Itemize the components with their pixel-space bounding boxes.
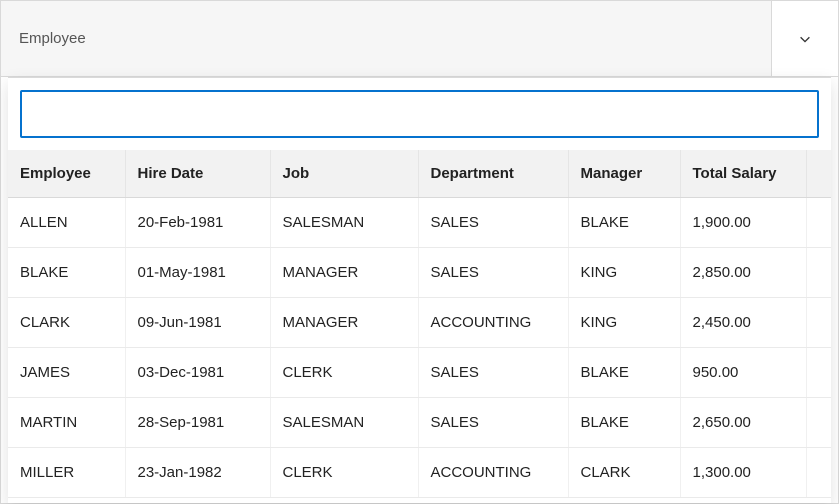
cell-hire-date: 28-Sep-1981 (125, 398, 270, 448)
cell-spacer (806, 248, 831, 298)
col-header-employee[interactable]: Employee (8, 150, 125, 198)
cell-employee: ALLEN (8, 198, 125, 248)
cell-job: CLERK (270, 448, 418, 498)
search-input[interactable] (20, 90, 819, 138)
cell-hire-date: 23-Jan-1982 (125, 448, 270, 498)
cell-manager: BLAKE (568, 198, 680, 248)
results-grid: Employee Hire Date Job Department Manage… (8, 150, 831, 503)
chevron-down-icon (798, 32, 812, 46)
table-row[interactable]: JAMES03-Dec-1981CLERKSALESBLAKE950.00 (8, 348, 831, 398)
cell-job: SALESMAN (270, 398, 418, 448)
cell-manager: KING (568, 248, 680, 298)
col-header-department[interactable]: Department (418, 150, 568, 198)
table-header-row: Employee Hire Date Job Department Manage… (8, 150, 831, 198)
cell-spacer (806, 448, 831, 498)
cell-hire-date: 03-Dec-1981 (125, 348, 270, 398)
cell-salary: 950.00 (680, 348, 806, 398)
cell-hire-date: 20-Feb-1981 (125, 198, 270, 248)
cell-hire-date: 01-May-1981 (125, 248, 270, 298)
cell-manager: BLAKE (568, 398, 680, 448)
cell-department: SALES (418, 348, 568, 398)
col-header-job[interactable]: Job (270, 150, 418, 198)
cell-job: MANAGER (270, 298, 418, 348)
cell-employee: MARTIN (8, 398, 125, 448)
table-row[interactable]: ALLEN20-Feb-1981SALESMANSALESBLAKE1,900.… (8, 198, 831, 248)
cell-employee: JAMES (8, 348, 125, 398)
cell-hire-date: 09-Jun-1981 (125, 298, 270, 348)
cell-employee: MILLER (8, 448, 125, 498)
search-wrap (8, 78, 831, 150)
cell-department: SALES (418, 248, 568, 298)
table-row[interactable]: CLARK09-Jun-1981MANAGERACCOUNTINGKING2,4… (8, 298, 831, 348)
cell-department: SALES (418, 198, 568, 248)
cell-employee: BLAKE (8, 248, 125, 298)
cell-department: SALES (418, 398, 568, 448)
col-header-hire-date[interactable]: Hire Date (125, 150, 270, 198)
table-row[interactable]: MILLER23-Jan-1982CLERKACCOUNTINGCLARK1,3… (8, 448, 831, 498)
select-bar[interactable]: Employee (1, 1, 838, 77)
dropdown-panel: Employee Hire Date Job Department Manage… (8, 77, 831, 503)
cell-spacer (806, 298, 831, 348)
cell-employee: CLARK (8, 298, 125, 348)
cell-job: MANAGER (270, 248, 418, 298)
cell-department: ACCOUNTING (418, 298, 568, 348)
cell-job: CLERK (270, 348, 418, 398)
cell-spacer (806, 198, 831, 248)
cell-manager: BLAKE (568, 348, 680, 398)
cell-salary: 2,450.00 (680, 298, 806, 348)
employee-select-combobox: Employee Employee Hire Date (0, 0, 839, 504)
cell-salary: 1,900.00 (680, 198, 806, 248)
table-row[interactable]: BLAKE01-May-1981MANAGERSALESKING2,850.00 (8, 248, 831, 298)
col-header-salary[interactable]: Total Salary (680, 150, 806, 198)
col-header-spacer (806, 150, 831, 198)
cell-manager: KING (568, 298, 680, 348)
cell-spacer (806, 398, 831, 448)
cell-spacer (806, 348, 831, 398)
select-label: Employee (19, 30, 86, 47)
select-toggle-button[interactable] (771, 1, 838, 76)
table-row[interactable]: MARTIN28-Sep-1981SALESMANSALESBLAKE2,650… (8, 398, 831, 448)
cell-salary: 2,850.00 (680, 248, 806, 298)
cell-salary: 1,300.00 (680, 448, 806, 498)
cell-job: SALESMAN (270, 198, 418, 248)
col-header-manager[interactable]: Manager (568, 150, 680, 198)
results-table: Employee Hire Date Job Department Manage… (8, 150, 831, 498)
cell-manager: CLARK (568, 448, 680, 498)
cell-salary: 2,650.00 (680, 398, 806, 448)
cell-department: ACCOUNTING (418, 448, 568, 498)
